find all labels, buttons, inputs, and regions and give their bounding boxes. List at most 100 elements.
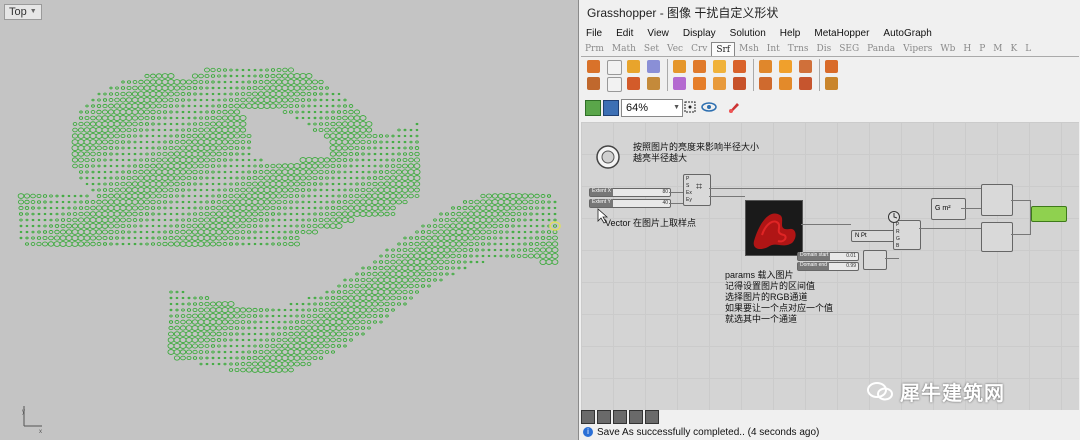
preview-dot (233, 109, 241, 115)
preview-dot (54, 229, 60, 235)
surface-closest-point-icon[interactable] (647, 77, 660, 90)
cone-icon[interactable] (799, 60, 812, 73)
open-file-icon[interactable] (585, 100, 601, 116)
tab-trns[interactable]: Trns (784, 42, 813, 56)
preview-dot (228, 199, 234, 205)
tab-seg[interactable]: SEG (835, 42, 863, 56)
area-component[interactable]: G m² (931, 198, 966, 220)
tab-int[interactable]: Int (763, 42, 784, 56)
status-icon-3[interactable] (613, 410, 627, 424)
menu-metahopper[interactable]: MetaHopper (807, 26, 876, 42)
area-icon[interactable] (607, 60, 622, 75)
menu-edit[interactable]: Edit (609, 26, 640, 42)
status-icon-5[interactable] (645, 410, 659, 424)
rhino-viewport-top[interactable]: Top ▼ y x (0, 0, 578, 440)
preview-dot (119, 109, 127, 115)
preview-dot (329, 217, 337, 223)
preview-dot (223, 92, 227, 96)
volume-icon[interactable] (607, 77, 622, 92)
zoom-select[interactable]: 64% ▼ (621, 99, 683, 117)
preview-dot (167, 73, 175, 79)
square-grid-component[interactable]: P S Ex Ey ⌗ (683, 174, 711, 206)
evaluate-surface-icon[interactable] (627, 77, 640, 90)
rgb-split-component[interactable]: P R G B (893, 220, 921, 250)
tab-srf[interactable]: Srf (711, 42, 736, 56)
preview-dot (523, 212, 527, 216)
note-params: params 载入图片 记得设置图片的区间值 选择图片的RGB通道 如果要让一个… (725, 270, 834, 324)
extrude-icon[interactable] (673, 60, 686, 73)
preview-dot (325, 176, 329, 180)
slider-extent-x[interactable]: Extent X 80 (589, 188, 671, 197)
loft-icon[interactable] (693, 60, 706, 73)
boundary-surface-icon[interactable] (673, 77, 686, 90)
menu-help[interactable]: Help (773, 26, 808, 42)
vector-component-top[interactable] (981, 184, 1013, 216)
menu-view[interactable]: View (640, 26, 676, 42)
tab-m[interactable]: M (989, 42, 1006, 56)
preview-dot (341, 127, 349, 133)
sphere-icon[interactable] (779, 60, 792, 73)
isotrim-icon[interactable] (825, 77, 838, 90)
preview-dot (48, 230, 54, 234)
slider-domain-start[interactable]: Domain start 0.01 (797, 252, 859, 261)
pipe-icon[interactable] (733, 77, 746, 90)
status-icon-4[interactable] (629, 410, 643, 424)
preview-dot (367, 152, 371, 156)
tab-h[interactable]: H (959, 42, 975, 56)
pt-number-component[interactable]: N Pt (851, 230, 896, 242)
status-icon-1[interactable] (581, 410, 595, 424)
status-icon-2[interactable] (597, 410, 611, 424)
rail-revolution-icon[interactable] (733, 60, 746, 73)
sweep-icon[interactable] (713, 60, 726, 73)
plane-surface-icon[interactable] (779, 77, 792, 90)
zoom-extents-icon[interactable] (683, 100, 697, 114)
deconstruct-brep-icon[interactable] (647, 60, 660, 73)
preview-dot (437, 229, 445, 235)
preview-dot (474, 242, 480, 246)
tab-k[interactable]: K (1007, 42, 1022, 56)
save-file-icon[interactable] (603, 100, 619, 116)
bounding-box-icon[interactable] (587, 77, 600, 90)
preview-dot (19, 224, 23, 228)
divide-surface-icon[interactable] (825, 60, 838, 73)
preview-dot (301, 200, 305, 204)
tab-vec[interactable]: Vec (663, 42, 687, 56)
viewport-dropdown-icon[interactable]: ▼ (30, 5, 37, 19)
center-box-icon[interactable] (759, 60, 772, 73)
vector-component-bottom[interactable] (981, 222, 1013, 252)
construct-domain-component[interactable] (863, 250, 887, 270)
tab-msh[interactable]: Msh (735, 42, 763, 56)
slider-extent-y[interactable]: Extent Y 40 (589, 199, 671, 208)
preview-dot (61, 194, 65, 198)
circle-output-component[interactable] (1031, 206, 1067, 222)
preview-dot (431, 253, 439, 259)
tab-vipers[interactable]: Vipers (899, 42, 936, 56)
menu-display[interactable]: Display (676, 26, 723, 42)
tab-dis[interactable]: Dis (813, 42, 836, 56)
grasshopper-canvas[interactable]: 按照图片的亮度来影响半径大小 越亮半径越大 Extent X 80 Extent… (581, 122, 1079, 410)
tab-set[interactable]: Set (640, 42, 663, 56)
tab-crv[interactable]: Crv (687, 42, 711, 56)
tab-p[interactable]: P (975, 42, 989, 56)
viewport-tab[interactable]: Top ▼ (4, 4, 42, 20)
menu-autograph[interactable]: AutoGraph (876, 26, 938, 42)
tab-panda[interactable]: Panda (863, 42, 899, 56)
image-sampler-component[interactable] (745, 200, 803, 256)
preview-dot (133, 146, 137, 150)
sketch-pen-icon[interactable] (727, 100, 741, 114)
brep-closest-point-icon[interactable] (627, 60, 640, 73)
menu-file[interactable]: File (579, 26, 609, 42)
preview-dot (66, 223, 72, 229)
preview-eye-icon[interactable] (701, 100, 717, 114)
network-surface-icon[interactable] (693, 77, 706, 90)
tab-prm[interactable]: Prm (581, 42, 608, 56)
quad-sphere-icon[interactable] (799, 77, 812, 90)
tab-wb[interactable]: Wb (936, 42, 959, 56)
cylinder-icon[interactable] (759, 77, 772, 90)
tab-l[interactable]: L (1021, 42, 1035, 56)
box-icon[interactable] (587, 60, 600, 73)
menu-solution[interactable]: Solution (723, 26, 773, 42)
patch-icon[interactable] (713, 77, 726, 90)
tab-math[interactable]: Math (608, 42, 640, 56)
preview-dot (431, 259, 439, 265)
